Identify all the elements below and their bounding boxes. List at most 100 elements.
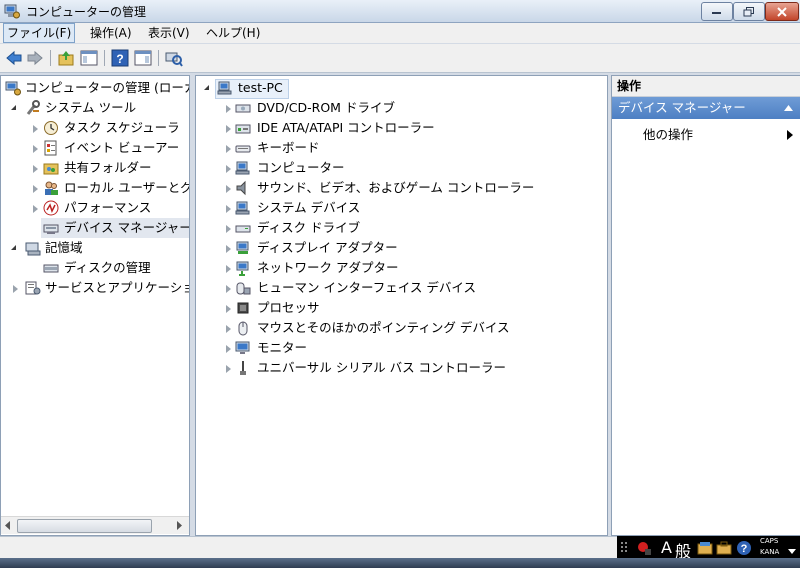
expanded-arrow-icon[interactable] [11,245,16,250]
tree-label: イベント ビューアー [64,140,180,155]
menu-file[interactable]: ファイル(F) [3,23,76,43]
collapsed-arrow-icon[interactable] [33,185,38,193]
actions-section-device-manager[interactable]: デバイス マネージャー [612,97,800,119]
tree-item-device-manager[interactable]: デバイス マネージャー [41,218,189,238]
collapsed-arrow-icon[interactable] [226,105,231,113]
close-icon [777,6,787,17]
tree-item-local-users[interactable]: ローカル ユーザーとグ [1,178,189,198]
window-title: コンピューターの管理 [26,5,147,19]
device-category-keyboard[interactable]: キーボード [196,138,606,158]
collapsed-arrow-icon[interactable] [13,285,18,293]
ime-pad-icon[interactable] [635,539,653,557]
tree-item-shared-folders[interactable]: 共有フォルダー [1,158,189,178]
device-category-ide-controller[interactable]: IDE ATA/ATAPI コントローラー [196,118,606,138]
collapsed-arrow-icon[interactable] [226,165,231,173]
horizontal-scrollbar[interactable] [1,516,189,534]
tree-label: タスク スケジューラ [64,120,180,135]
device-category-speaker[interactable]: サウンド、ビデオ、およびゲーム コントローラー [196,178,606,198]
collapsed-arrow-icon[interactable] [226,225,231,233]
computer-icon [235,161,250,175]
collapsed-arrow-icon[interactable] [33,205,38,213]
tree-root[interactable]: コンピューターの管理 (ローカ [1,78,189,98]
collapsed-arrow-icon[interactable] [33,145,38,153]
forward-icon[interactable] [26,49,44,67]
collapsed-arrow-icon[interactable] [226,125,231,133]
speaker-icon [236,180,246,196]
collapsed-arrow-icon[interactable] [226,345,231,353]
collapsed-arrow-icon[interactable] [226,305,231,313]
ime-mode-indicator[interactable]: A [661,538,672,557]
scroll-right-icon[interactable] [177,521,183,530]
expanded-arrow-icon[interactable] [11,105,16,110]
tree-item-task-scheduler[interactable]: タスク スケジューラ [1,118,189,138]
tree-storage[interactable]: 記憶域 [1,238,189,258]
device-category-dvd-drive[interactable]: DVD/CD-ROM ドライブ [196,98,606,118]
computer-management-icon [5,81,21,96]
minimize-button[interactable] [701,2,733,21]
up-folder-icon[interactable] [57,49,75,67]
options-arrow-icon[interactable] [788,549,796,554]
collapse-up-icon[interactable] [784,105,793,111]
device-category-monitor[interactable]: モニター [196,338,606,358]
minimize-icon [712,11,721,14]
actions-header: 操作 [612,76,800,97]
monitor-icon [235,341,250,354]
collapsed-arrow-icon[interactable] [226,265,231,273]
scroll-left-icon[interactable] [5,521,11,530]
tree-label: 記憶域 [45,240,83,255]
device-category-computer[interactable]: コンピューター [196,158,606,178]
restore-icon [743,6,754,16]
menu-help[interactable]: ヘルプ(H) [203,24,263,42]
back-icon[interactable] [5,49,23,67]
collapsed-arrow-icon[interactable] [226,145,231,153]
more-actions-item[interactable]: 他の操作 [612,124,800,146]
device-category-processor[interactable]: プロセッサ [196,298,606,318]
tree-system-tools[interactable]: システム ツール [1,98,189,118]
device-category-hid[interactable]: ヒューマン インターフェイス デバイス [196,278,606,298]
menu-view[interactable]: 表示(V) [145,24,193,42]
services-icon [25,281,41,295]
collapsed-arrow-icon[interactable] [226,245,231,253]
device-category-display-adapter[interactable]: ディスプレイ アダプター [196,238,606,258]
device-category-label: ヒューマン インターフェイス デバイス [257,280,476,295]
svg-text:?: ? [741,543,748,555]
toolbox-icon[interactable] [716,540,732,556]
show-hide-tree-icon[interactable] [80,49,98,67]
collapsed-arrow-icon[interactable] [226,185,231,193]
computer-management-icon [4,4,20,19]
menu-bar: ファイル(F) 操作(A) 表示(V) ヘルプ(H) [0,23,800,43]
help-icon[interactable]: ? [736,540,752,556]
scan-hardware-icon[interactable] [165,49,183,67]
device-category-disk-drive[interactable]: ディスク ドライブ [196,218,606,238]
scrollbar-thumb[interactable] [17,519,152,533]
tree-disk-management[interactable]: ディスクの管理 [1,258,189,278]
tree-item-event-viewer[interactable]: イベント ビューアー [1,138,189,158]
tree-item-performance[interactable]: パフォーマンス [1,198,189,218]
dictionary-icon[interactable] [697,540,713,556]
device-tree-root-label: test-PC [238,80,283,95]
device-category-system-device[interactable]: システム デバイス [196,198,606,218]
close-button[interactable] [765,2,799,21]
device-category-mouse[interactable]: マウスとそのほかのポインティング デバイス [196,318,606,338]
menu-action[interactable]: 操作(A) [87,24,135,42]
tree-services-apps[interactable]: サービスとアプリケーショ [1,278,189,298]
toolbar-separator [104,50,105,66]
event-viewer-icon [44,140,57,156]
device-category-network-adapter[interactable]: ネットワーク アダプター [196,258,606,278]
help-icon[interactable]: ? [111,49,129,67]
show-action-pane-icon[interactable] [134,49,152,67]
device-tree-root[interactable]: test-PC [196,78,496,99]
device-category-usb[interactable]: ユニバーサル シリアル バス コントローラー [196,358,606,378]
collapsed-arrow-icon[interactable] [226,325,231,333]
computer-icon [217,81,232,95]
restore-button[interactable] [733,2,765,21]
grip-icon[interactable] [620,541,632,555]
collapsed-arrow-icon[interactable] [226,205,231,213]
collapsed-arrow-icon[interactable] [226,365,231,373]
collapsed-arrow-icon[interactable] [226,285,231,293]
collapsed-arrow-icon[interactable] [33,125,38,133]
collapsed-arrow-icon[interactable] [33,165,38,173]
expanded-arrow-icon[interactable] [204,85,209,90]
device-category-label: マウスとそのほかのポインティング デバイス [257,320,510,335]
title-bar: コンピューターの管理 [0,0,800,23]
